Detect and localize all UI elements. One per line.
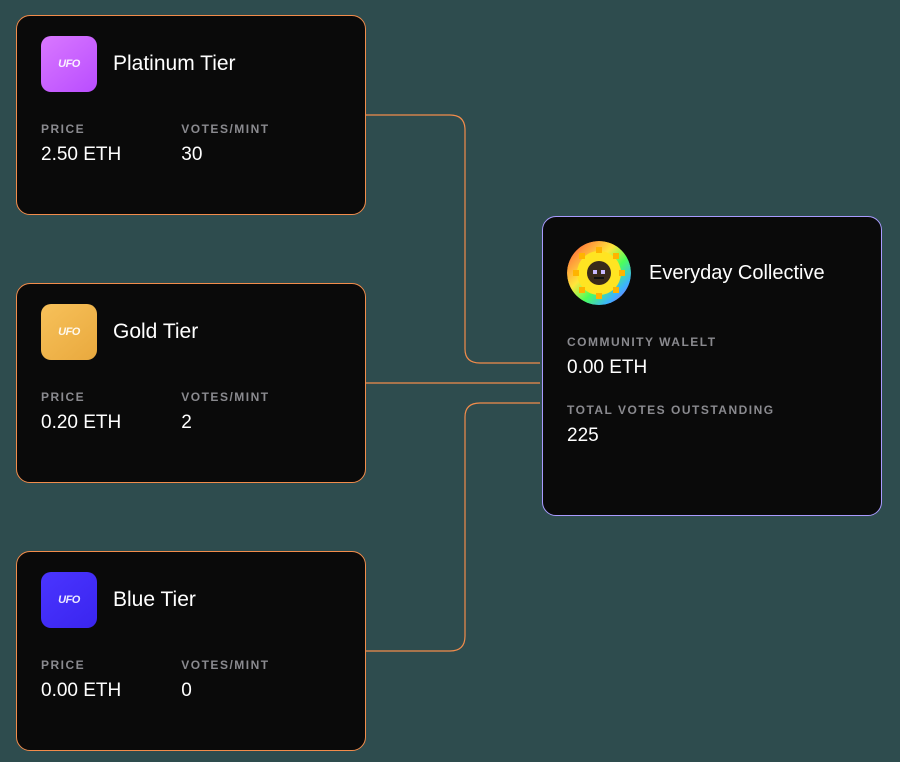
tier-name: Platinum Tier (113, 52, 236, 76)
diagram-stage: UFO Platinum Tier PRICE 2.50 ETH VOTES/M… (0, 0, 900, 762)
price-value: 0.20 ETH (41, 412, 121, 434)
votes-label: VOTES/MINT (181, 122, 269, 136)
price-value: 0.00 ETH (41, 680, 121, 702)
tier-name: Gold Tier (113, 320, 198, 344)
community-wallet-value: 0.00 ETH (567, 357, 857, 379)
tier-icon-text: UFO (58, 58, 80, 70)
stat-votes: VOTES/MINT 30 (181, 122, 269, 166)
votes-value: 30 (181, 144, 269, 166)
total-votes-label: TOTAL VOTES OUTSTANDING (567, 403, 857, 417)
price-value: 2.50 ETH (41, 144, 121, 166)
stat-price: PRICE 0.20 ETH (41, 390, 121, 434)
tier-card-platinum: UFO Platinum Tier PRICE 2.50 ETH VOTES/M… (16, 15, 366, 215)
votes-label: VOTES/MINT (181, 390, 269, 404)
tier-card-gold: UFO Gold Tier PRICE 0.20 ETH VOTES/MINT … (16, 283, 366, 483)
tier-icon: UFO (41, 36, 97, 92)
votes-value: 2 (181, 412, 269, 434)
community-wallet-label: COMMUNITY WALELT (567, 335, 857, 349)
price-label: PRICE (41, 658, 121, 672)
stat-votes: VOTES/MINT 2 (181, 390, 269, 434)
tier-icon-text: UFO (58, 594, 80, 606)
price-label: PRICE (41, 122, 121, 136)
tier-header: UFO Gold Tier (41, 304, 341, 360)
community-wallet-field: COMMUNITY WALELT 0.00 ETH (567, 335, 857, 379)
tier-icon: UFO (41, 572, 97, 628)
collective-name: Everyday Collective (649, 262, 825, 285)
price-label: PRICE (41, 390, 121, 404)
collective-header: Everyday Collective (567, 241, 857, 305)
stat-votes: VOTES/MINT 0 (181, 658, 269, 702)
votes-label: VOTES/MINT (181, 658, 269, 672)
tier-stats: PRICE 0.00 ETH VOTES/MINT 0 (41, 658, 341, 702)
collective-icon (567, 241, 631, 305)
tier-name: Blue Tier (113, 588, 196, 612)
total-votes-field: TOTAL VOTES OUTSTANDING 225 (567, 403, 857, 447)
tier-header: UFO Blue Tier (41, 572, 341, 628)
tier-icon: UFO (41, 304, 97, 360)
total-votes-value: 225 (567, 425, 857, 447)
votes-value: 0 (181, 680, 269, 702)
tier-card-blue: UFO Blue Tier PRICE 0.00 ETH VOTES/MINT … (16, 551, 366, 751)
collective-card: Everyday Collective COMMUNITY WALELT 0.0… (542, 216, 882, 516)
stat-price: PRICE 0.00 ETH (41, 658, 121, 702)
tier-stats: PRICE 2.50 ETH VOTES/MINT 30 (41, 122, 341, 166)
tier-stats: PRICE 0.20 ETH VOTES/MINT 2 (41, 390, 341, 434)
tier-icon-text: UFO (58, 326, 80, 338)
stat-price: PRICE 2.50 ETH (41, 122, 121, 166)
tier-header: UFO Platinum Tier (41, 36, 341, 92)
